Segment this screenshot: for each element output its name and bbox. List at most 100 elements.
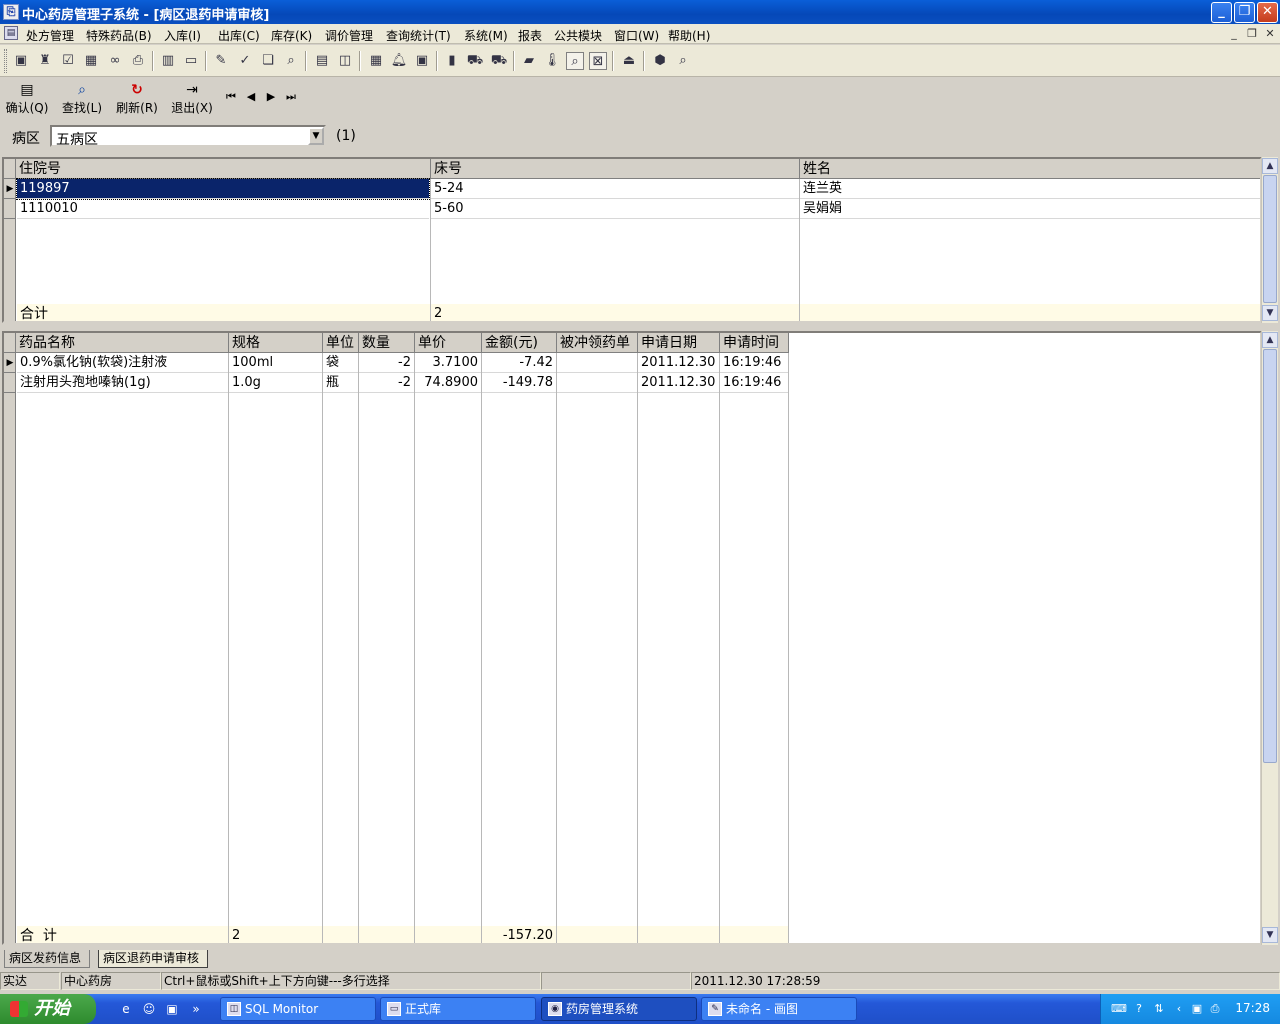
truck-icon[interactable]: ⛟ (466, 52, 484, 70)
menu-special-drugs[interactable]: 特殊药品(B) (86, 27, 152, 44)
network-icon[interactable]: ⇅ (1151, 1001, 1167, 1017)
document-icon[interactable]: ▤ (4, 26, 18, 40)
scroll-down-icon[interactable]: ▼ (1262, 927, 1278, 943)
menu-help[interactable]: 帮助(H) (668, 27, 710, 44)
table-cell-quantity[interactable]: -2 (359, 353, 414, 373)
card-icon[interactable]: ▭ (182, 52, 200, 70)
bottle-icon[interactable]: ♜ (36, 52, 54, 70)
delivery-icon[interactable]: ⛟ (490, 52, 508, 70)
menu-window[interactable]: 窗口(W) (614, 27, 659, 44)
find-button[interactable]: ⌕ 查找(L) (57, 82, 107, 116)
drug-grid-scrollbar[interactable]: ▲ ▼ (1261, 331, 1278, 945)
confirm-button[interactable]: ▤ 确认(Q) (2, 82, 52, 116)
exit-button[interactable]: ⇥ 退出(X) (167, 82, 217, 116)
app-icon[interactable]: ⎘ (3, 4, 19, 20)
col-header-admission-no[interactable]: 住院号 (16, 159, 431, 179)
table-cell-admission-no[interactable]: 1110010 (17, 199, 429, 219)
table-cell-amount[interactable]: -149.78 (482, 373, 556, 393)
document-edit-icon[interactable]: ✎ (212, 52, 230, 70)
col-header-apply-date[interactable]: 申请日期 (638, 333, 720, 353)
table-cell-apply-time[interactable]: 16:19:46 (720, 373, 788, 393)
menu-stock-out[interactable]: 出库(C) (218, 27, 260, 44)
table-cell-unit-price[interactable]: 74.8900 (415, 373, 481, 393)
keyboard-icon[interactable]: ⌨ (1111, 1001, 1127, 1017)
patient-grid[interactable]: 住院号 床号 姓名 ▶ 119897 5-24 连兰英 1110010 5-60… (2, 157, 1262, 323)
table-cell-spec[interactable]: 1.0g (229, 373, 322, 393)
display-icon[interactable]: ▣ (1189, 1001, 1205, 1017)
task-pharmacy-system[interactable]: ◉ 药房管理系统 (541, 997, 697, 1021)
menu-inventory[interactable]: 库存(K) (271, 27, 312, 44)
copy-icon[interactable]: ❏ (259, 52, 277, 70)
magnifier-icon[interactable]: ⌕ (566, 52, 584, 70)
col-header-name[interactable]: 姓名 (800, 159, 1260, 179)
calendar-icon[interactable]: ▣ (413, 52, 431, 70)
task-sql-monitor[interactable]: ◫ SQL Monitor (220, 997, 376, 1021)
col-header-bed-no[interactable]: 床号 (431, 159, 800, 179)
table-cell-apply-time[interactable]: 16:19:46 (720, 353, 788, 373)
start-button[interactable]: 开始 (0, 994, 96, 1024)
table-cell-amount[interactable]: -7.42 (482, 353, 556, 373)
tab-ward-return-review[interactable]: 病区退药申请审核 (98, 950, 208, 968)
scroll-thumb[interactable] (1263, 349, 1277, 763)
col-header-quantity[interactable]: 数量 (359, 333, 415, 353)
menu-reports[interactable]: 报表 (518, 27, 542, 44)
form-icon[interactable]: ▤ (313, 52, 331, 70)
table-cell-name[interactable]: 连兰英 (800, 179, 1260, 199)
help-icon[interactable]: ? (1131, 1001, 1147, 1017)
ward-select[interactable]: 五病区 ▼ (50, 125, 326, 148)
col-header-drug-name[interactable]: 药品名称 (16, 333, 229, 353)
prescription-icon[interactable]: ▣ (12, 52, 30, 70)
col-header-spec[interactable]: 规格 (229, 333, 323, 353)
scroll-up-icon[interactable]: ▲ (1262, 332, 1278, 348)
cash-icon[interactable]: ▰ (520, 52, 538, 70)
jar-icon[interactable]: ▮ (443, 52, 461, 70)
scroll-down-icon[interactable]: ▼ (1262, 305, 1278, 321)
table-cell-bed-no[interactable]: 5-24 (431, 179, 799, 199)
media-icon[interactable]: ▣ (164, 1001, 180, 1017)
window-icon[interactable]: ◫ (336, 52, 354, 70)
drug-grid[interactable]: 药品名称 规格 单位 数量 单价 金额(元) 被冲领药单 申请日期 申请时间 ▶… (2, 331, 1262, 945)
mdi-restore-button[interactable]: ❐ (1244, 27, 1260, 41)
prev-record-button[interactable]: ◀ (242, 90, 260, 103)
next-record-button[interactable]: ▶ (262, 90, 280, 103)
ie-icon[interactable]: e (118, 1001, 134, 1017)
document-search-icon[interactable]: ⌕ (282, 52, 300, 70)
print-icon[interactable]: ⎙ (129, 52, 147, 70)
menu-public-module[interactable]: 公共模块 (554, 27, 602, 44)
printer-icon[interactable]: ⎙ (1207, 1001, 1223, 1017)
chevron-down-icon[interactable]: ▼ (308, 127, 324, 145)
tab-ward-dispense-info[interactable]: 病区发药信息 (4, 950, 90, 968)
scroll-up-icon[interactable]: ▲ (1262, 158, 1278, 174)
first-record-button[interactable]: ⏮ (222, 90, 240, 104)
bell-icon[interactable]: 🔔︎ (390, 52, 408, 70)
col-header-offset-order[interactable]: 被冲领药单 (557, 333, 638, 353)
table-cell-admission-no[interactable]: 119897 (16, 178, 430, 200)
mdi-minimize-button[interactable]: _ (1226, 27, 1242, 41)
chevron-left-icon[interactable]: ‹ (1171, 1001, 1187, 1017)
checklist-icon[interactable]: ✓ (236, 52, 254, 70)
table-cell-unit-price[interactable]: 3.7100 (415, 353, 481, 373)
scroll-thumb[interactable] (1263, 175, 1277, 303)
menu-price-adjust[interactable]: 调价管理 (325, 27, 373, 44)
table-cell-unit[interactable]: 袋 (323, 353, 358, 373)
col-header-apply-time[interactable]: 申请时间 (720, 333, 789, 353)
table-cell-unit[interactable]: 瓶 (323, 373, 358, 393)
folder-upload-icon[interactable]: ⏏ (620, 52, 638, 70)
toolbar-grip[interactable] (4, 49, 7, 73)
shape-icon[interactable]: ⬢ (651, 52, 669, 70)
table-cell-apply-date[interactable]: 2011.12.30 (638, 353, 719, 373)
col-header-unit-price[interactable]: 单价 (415, 333, 482, 353)
user-icon[interactable]: ☺ (141, 1001, 157, 1017)
mdi-close-button[interactable]: ✕ (1262, 27, 1278, 41)
book-icon[interactable]: ▥ (159, 52, 177, 70)
restore-button[interactable]: ❐ (1234, 2, 1255, 23)
thermometer-icon[interactable]: 🌡︎ (543, 52, 561, 70)
binoculars-icon[interactable]: ∞ (106, 52, 124, 70)
menu-query-stats[interactable]: 查询统计(T) (386, 27, 451, 44)
more-icon[interactable]: » (188, 1001, 204, 1017)
minimize-button[interactable]: _ (1211, 2, 1232, 23)
menu-system[interactable]: 系统(M) (464, 27, 508, 44)
table-cell-bed-no[interactable]: 5-60 (431, 199, 799, 219)
patient-grid-scrollbar[interactable]: ▲ ▼ (1261, 157, 1278, 323)
col-header-amount[interactable]: 金额(元) (482, 333, 557, 353)
